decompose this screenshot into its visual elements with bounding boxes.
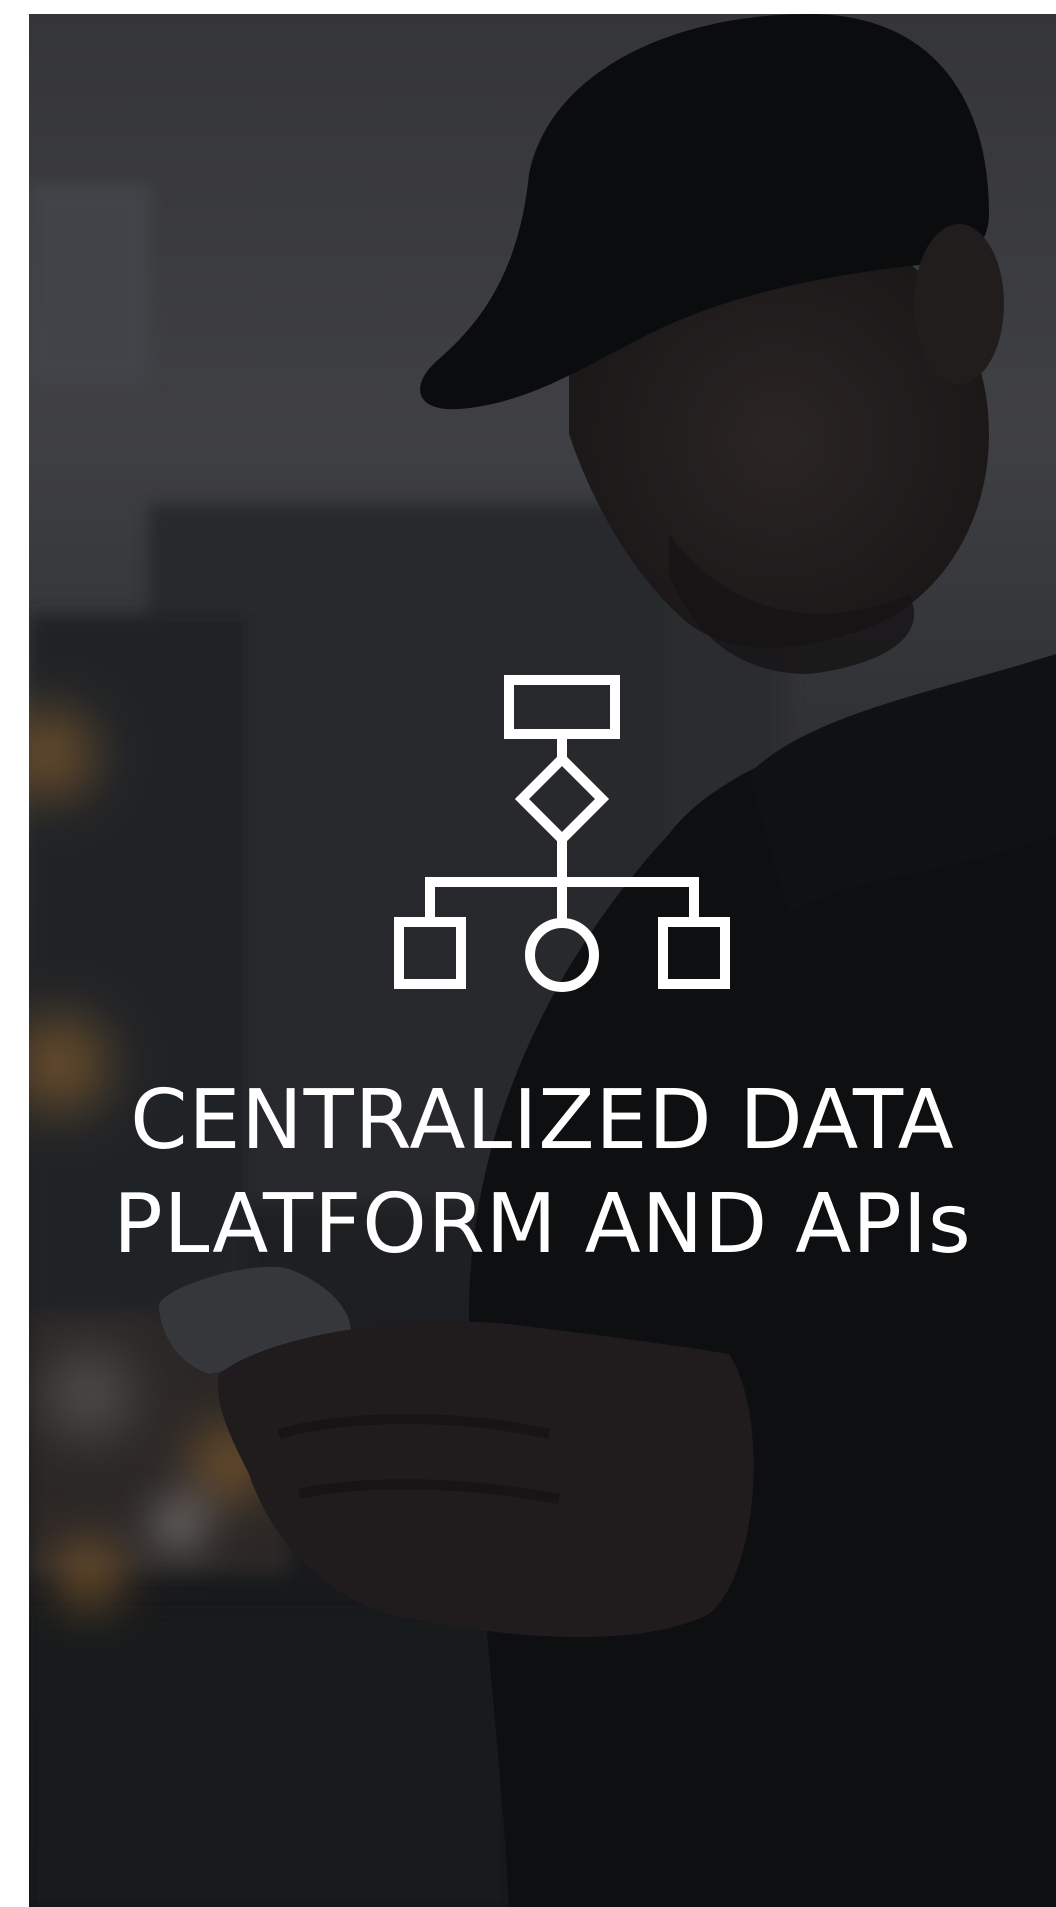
headline-line-2: PLATFORM AND APIs bbox=[113, 1177, 972, 1272]
headline-line-1: CENTRALIZED DATA bbox=[130, 1073, 955, 1168]
hero-panel: CENTRALIZED DATA PLATFORM AND APIs bbox=[29, 14, 1056, 1907]
hero-headline: CENTRALIZED DATA PLATFORM AND APIs bbox=[29, 1069, 1056, 1277]
page: CENTRALIZED DATA PLATFORM AND APIs bbox=[0, 0, 1056, 1907]
hierarchy-flowchart-icon bbox=[394, 675, 730, 992]
